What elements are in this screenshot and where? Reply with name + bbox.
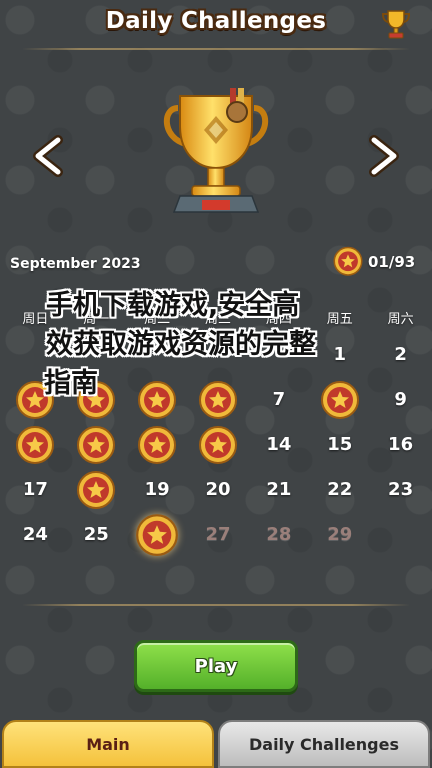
overlay-line: 效获取游戏资源的完整 <box>46 329 316 360</box>
chevron-right-icon[interactable] <box>364 134 404 178</box>
tab-daily-challenges[interactable]: Daily Challenges <box>218 720 430 768</box>
calendar-empty-cell <box>370 512 431 557</box>
calendar-day-cell[interactable]: 21 <box>248 467 309 512</box>
calendar-day-cell[interactable]: 20 <box>188 467 249 512</box>
calendar-week-row: 24 25 27 28 29 <box>5 512 431 557</box>
calendar-day-cell[interactable]: 27 <box>188 512 249 557</box>
calendar-day-cell[interactable] <box>188 422 249 467</box>
big-trophy-icon <box>163 88 269 213</box>
overlay-line: 手机下载游戏,安全高 <box>46 290 300 321</box>
chevron-left-icon[interactable] <box>28 134 68 178</box>
calendar-day-cell[interactable]: 19 <box>127 467 188 512</box>
month-label: September 2023 <box>10 256 141 272</box>
completed-medal-icon <box>76 424 116 466</box>
tab-main[interactable]: Main <box>2 720 214 768</box>
day-number: 24 <box>22 524 48 545</box>
calendar-week-row: 17 19 20 21 22 23 <box>5 467 431 512</box>
calendar-day-cell[interactable]: 15 <box>309 422 370 467</box>
completed-medal-icon <box>137 424 177 466</box>
calendar-day-cell[interactable]: 25 <box>66 512 127 557</box>
calendar-day-cell[interactable] <box>5 422 66 467</box>
header-divider <box>22 48 410 50</box>
day-number: 20 <box>205 479 231 500</box>
completed-medal-icon <box>76 469 116 511</box>
trophy-icon[interactable] <box>378 6 414 42</box>
day-number: 19 <box>144 479 170 500</box>
page-title: Daily Challenges <box>105 8 327 34</box>
medal-icon <box>333 246 363 276</box>
completed-medal-icon <box>135 512 179 558</box>
bottom-divider <box>22 604 410 606</box>
calendar-day-cell[interactable] <box>127 512 188 557</box>
progress-text: 01/93 <box>368 253 416 271</box>
calendar-week-row: 14 15 16 <box>5 422 431 467</box>
calendar-day-cell[interactable]: 16 <box>370 422 431 467</box>
overlay-watermark-text: 手机下载游戏,安全高 效获取游戏资源的完整 指南 <box>44 286 406 403</box>
day-number: 29 <box>327 524 353 545</box>
day-number: 14 <box>266 434 292 455</box>
calendar-day-cell[interactable]: 24 <box>5 512 66 557</box>
day-number: 16 <box>388 434 414 455</box>
day-number: 23 <box>388 479 414 500</box>
calendar-day-cell[interactable] <box>66 467 127 512</box>
calendar-day-cell[interactable] <box>66 422 127 467</box>
calendar-day-cell[interactable]: 28 <box>248 512 309 557</box>
progress-counter: 01/93 <box>332 246 415 278</box>
calendar-day-cell[interactable]: 17 <box>5 467 66 512</box>
day-number: 25 <box>83 524 109 545</box>
calendar-day-cell[interactable] <box>127 422 188 467</box>
day-number: 21 <box>266 479 292 500</box>
day-number: 27 <box>205 524 231 545</box>
calendar-day-cell[interactable]: 22 <box>309 467 370 512</box>
day-number: 17 <box>22 479 48 500</box>
completed-medal-icon <box>198 424 238 466</box>
day-number: 22 <box>327 479 353 500</box>
day-number: 15 <box>327 434 353 455</box>
play-button[interactable]: Play <box>134 640 298 692</box>
calendar-day-cell[interactable]: 29 <box>309 512 370 557</box>
completed-medal-icon <box>15 424 55 466</box>
calendar-day-cell[interactable]: 23 <box>370 467 431 512</box>
day-number: 28 <box>266 524 292 545</box>
overlay-line: 指南 <box>44 368 98 399</box>
calendar-day-cell[interactable]: 14 <box>248 422 309 467</box>
